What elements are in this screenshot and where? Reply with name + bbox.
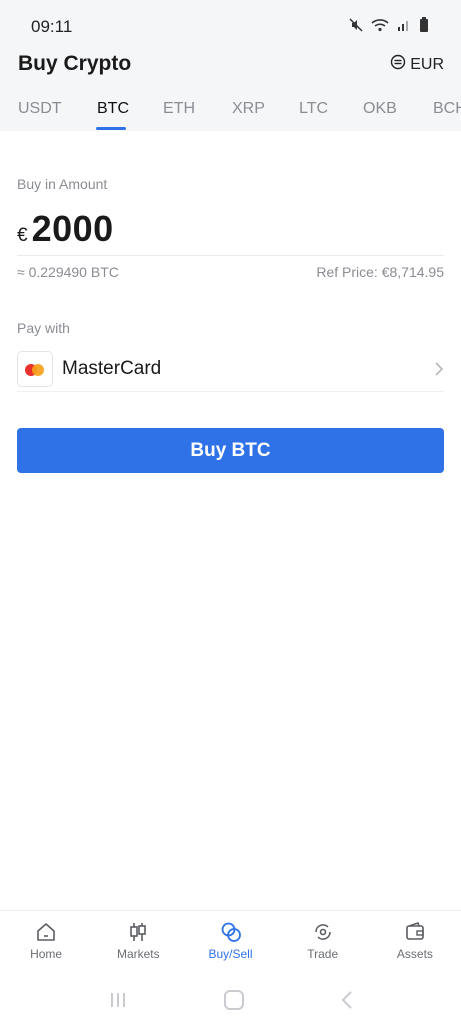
nav-trade[interactable]: Trade (277, 911, 369, 972)
buy-form: Buy in Amount € 2000 ≈ 0.229490 BTC Ref … (0, 131, 461, 491)
crypto-tabs: USDT BTC ETH XRP LTC OKB BCH (0, 100, 461, 131)
page-title: Buy Crypto (18, 52, 132, 75)
amount-input[interactable]: € 2000 (17, 208, 444, 256)
status-time: 09:11 (31, 17, 73, 36)
tab-usdt[interactable]: USDT (18, 100, 62, 118)
top-area: 09:11 Buy Crypto EUR USDT BTC ETH XRP LT… (0, 0, 461, 131)
amount-label: Buy in Amount (17, 176, 108, 192)
bottom-nav: Home Markets Buy/Sell Trade Assets (0, 910, 461, 972)
conversion-estimate: ≈ 0.229490 BTC (17, 264, 119, 280)
payment-method-selector[interactable]: MasterCard (17, 347, 444, 392)
nav-trade-label: Trade (307, 947, 339, 961)
buy-button[interactable]: Buy BTC (17, 428, 444, 473)
signal-icon (397, 18, 411, 32)
candlestick-icon (127, 921, 149, 943)
nav-home-label: Home (30, 947, 63, 961)
tab-okb[interactable]: OKB (363, 100, 397, 118)
ref-price: Ref Price: €8,714.95 (316, 264, 444, 280)
home-icon (35, 921, 57, 943)
nav-buy-sell[interactable]: Buy/Sell (184, 911, 276, 972)
system-nav-bar (0, 975, 461, 1024)
currency-label: EUR (410, 55, 444, 73)
tab-bch[interactable]: BCH (433, 100, 461, 118)
trade-icon (312, 921, 334, 943)
amount-value: 2000 (31, 208, 114, 249)
currency-selector[interactable]: EUR (390, 54, 444, 75)
nav-home[interactable]: Home (0, 911, 92, 972)
nav-markets[interactable]: Markets (92, 911, 184, 972)
tab-eth[interactable]: ETH (163, 100, 195, 118)
wifi-icon (371, 18, 389, 32)
tab-btc[interactable]: BTC (97, 100, 129, 118)
nav-assets[interactable]: Assets (369, 911, 461, 972)
nav-markets-label: Markets (116, 947, 160, 961)
home-button-icon[interactable] (223, 989, 245, 1011)
coins-icon (220, 921, 242, 943)
app-header: Buy Crypto EUR (0, 52, 461, 80)
mastercard-icon (17, 351, 53, 387)
pay-with-label: Pay with (17, 320, 70, 336)
exchange-icon (390, 54, 406, 75)
status-icons (349, 17, 429, 32)
chevron-right-icon (434, 361, 444, 382)
currency-symbol: € (17, 225, 28, 246)
back-icon[interactable] (340, 990, 354, 1010)
recent-apps-icon[interactable] (108, 990, 128, 1010)
wallet-icon (404, 921, 426, 943)
battery-icon (419, 17, 429, 32)
tab-ltc[interactable]: LTC (299, 100, 328, 118)
mute-icon (349, 17, 363, 32)
tab-xrp[interactable]: XRP (232, 100, 265, 118)
status-bar: 09:11 (0, 0, 461, 52)
nav-buy-sell-label: Buy/Sell (208, 947, 253, 961)
active-tab-indicator (96, 127, 126, 130)
nav-assets-label: Assets (396, 947, 433, 961)
payment-method-name: MasterCard (62, 358, 162, 379)
